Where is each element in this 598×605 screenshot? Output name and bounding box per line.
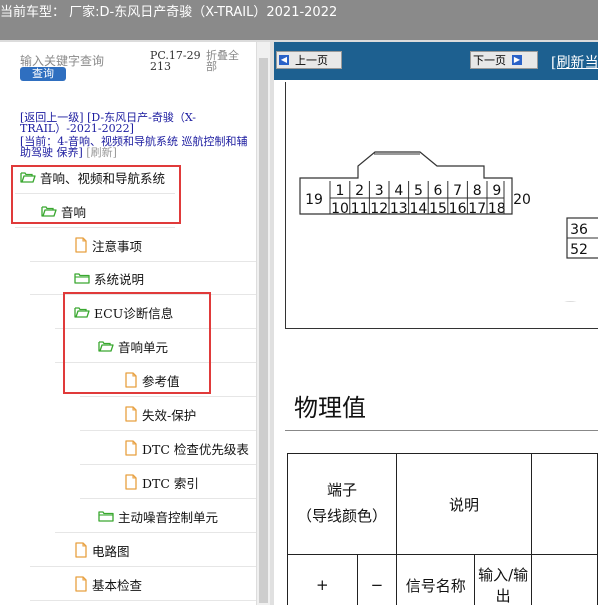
refresh-page-link[interactable]: [刷新当 [551, 52, 598, 72]
document-icon [74, 576, 88, 592]
collapse-all-link[interactable]: 折叠全部 [206, 50, 246, 72]
arrow-left-icon: ◀ [279, 55, 289, 65]
query-button[interactable]: 查询 [20, 67, 66, 81]
connector-pin-label: 3 [375, 183, 384, 199]
connector-pin-label: 20 [513, 192, 531, 208]
document-icon [124, 440, 138, 456]
tree-item-label: 主动噪音控制单元 [118, 509, 219, 525]
viewer-toolbar: ◀ 上一页 下一页 ▶ [刷新当 [274, 42, 598, 80]
connector-pin-label: 14 [409, 201, 427, 217]
document-viewer: ◀ 上一页 下一页 ▶ [刷新当 C 123456789101112131415… [274, 42, 598, 605]
document-icon [74, 542, 88, 558]
connector-pin-label: 19 [305, 192, 323, 208]
prev-page-label: 上一页 [295, 54, 328, 67]
tree-item-divider [15, 227, 175, 228]
document-icon [124, 406, 138, 422]
document-icon [124, 474, 138, 490]
tree-item[interactable]: 失效-保护 [124, 403, 196, 425]
minus-cell: − [356, 554, 398, 605]
vehicle-model-title: 当前车型： 厂家:D-东风日产奇骏（X-TRAIL）2021-2022 [0, 5, 338, 20]
tree-item[interactable]: DTC 检查优先级表 [124, 437, 249, 459]
tree-item[interactable]: 电路图 [74, 539, 130, 561]
connector-pin-label: 11 [351, 201, 369, 217]
title-bar: 当前车型： 厂家:D-东风日产奇骏（X-TRAIL）2021-2022 [0, 0, 598, 40]
connector-pin-label: 4 [394, 183, 403, 199]
pc-code: PC.17-29213 [150, 49, 201, 73]
tree-item-label: 系统说明 [94, 271, 145, 287]
section-rule [285, 430, 598, 431]
tree-item-divider [30, 600, 256, 601]
tree-item[interactable]: DTC 索引 [124, 471, 199, 493]
connector-pin-label: 18 [488, 201, 506, 217]
next-page-label: 下一页 [473, 54, 506, 67]
connector-pin-label: 1 [336, 183, 345, 199]
tree-item-divider [80, 498, 256, 499]
connector-pin-label: 8 [473, 183, 482, 199]
plus-cell: + [287, 554, 358, 605]
folder-icon [74, 271, 90, 285]
watermark-logo: C [552, 294, 586, 302]
connector-pin-label: 6 [434, 183, 443, 199]
tree-item[interactable]: 主动噪音控制单元 [98, 505, 218, 527]
tree-item-divider [80, 430, 256, 431]
tree-item-label: DTC 检查优先级表 [142, 441, 249, 457]
tree-item-label: 电路图 [92, 543, 130, 559]
next-page-button[interactable]: 下一页 ▶ [470, 51, 538, 69]
connector-pin-label: 9 [492, 183, 501, 199]
tree-item-label: 注意事项 [92, 238, 143, 254]
arrow-right-icon: ▶ [512, 55, 522, 65]
tree-item[interactable]: 注意事项 [74, 234, 142, 256]
connector-pin-label: 10 [331, 201, 349, 217]
connector-pin-label: 15 [429, 201, 447, 217]
section-title: 物理值 [294, 394, 366, 422]
breadcrumb: [返回上一级] [D-东风日产-奇骏（X-TRAIL）-2021-2022] [20, 112, 250, 134]
tree-item-label: DTC 索引 [142, 475, 199, 491]
tree-item[interactable]: 基本检查 [74, 573, 142, 595]
header-terminal: 端子 （导线颜色） [286, 453, 398, 555]
header-description: 说明 [396, 453, 532, 555]
wire-color-label: （导线颜色） [297, 507, 388, 525]
connector-pin-label: 13 [390, 201, 408, 217]
tree-item-divider [30, 566, 256, 567]
signal-name-cell: 信号名称 [396, 554, 476, 605]
io-cell: 输入/输出 [474, 554, 532, 605]
connector2-pin-label: 52 [570, 242, 588, 258]
connector-pin-label: 16 [449, 201, 467, 217]
document-icon [74, 237, 88, 253]
highlight-box-ecu [63, 292, 211, 394]
extra-cell [530, 554, 598, 605]
current-path: [当前：4-音响、视频和导航系统 巡航控制和辅助驾驶 保养] [刷新] [20, 136, 250, 158]
tree-item-divider [30, 261, 256, 262]
highlight-box-audio [11, 165, 181, 224]
tree-item-label: 失效-保护 [142, 407, 197, 423]
connector-pin-label: 17 [468, 201, 486, 217]
connector-diagram: C 12345678910111213141516171819203652 [299, 151, 598, 302]
connector-pin-label: 12 [370, 201, 388, 217]
tree-item-divider [80, 396, 256, 397]
header-extra [530, 453, 598, 555]
folder-icon [98, 509, 114, 523]
tree-item[interactable]: 系统说明 [74, 267, 144, 289]
current-path-link[interactable]: [当前：4-音响、视频和导航系统 巡航控制和辅助驾驶 保养] [20, 135, 248, 159]
connector-pin-label: 2 [355, 183, 364, 199]
physical-values-table: 端子 （导线颜色） 说明 + − 信号名称 输入/输出 [286, 453, 598, 605]
tree-item-divider [80, 464, 256, 465]
scrollbar-thumb[interactable] [259, 58, 268, 603]
tree-item-divider [55, 532, 256, 533]
terminal-label: 端子 [327, 481, 358, 499]
connector-pin-label: 5 [414, 183, 423, 199]
refresh-tree-link[interactable]: [刷新] [86, 146, 117, 159]
connector-pin-label: 7 [453, 183, 462, 199]
tree-item-label: 基本检查 [92, 577, 143, 593]
prev-page-button[interactable]: ◀ 上一页 [276, 51, 342, 69]
connector2-pin-label: 36 [570, 222, 588, 238]
